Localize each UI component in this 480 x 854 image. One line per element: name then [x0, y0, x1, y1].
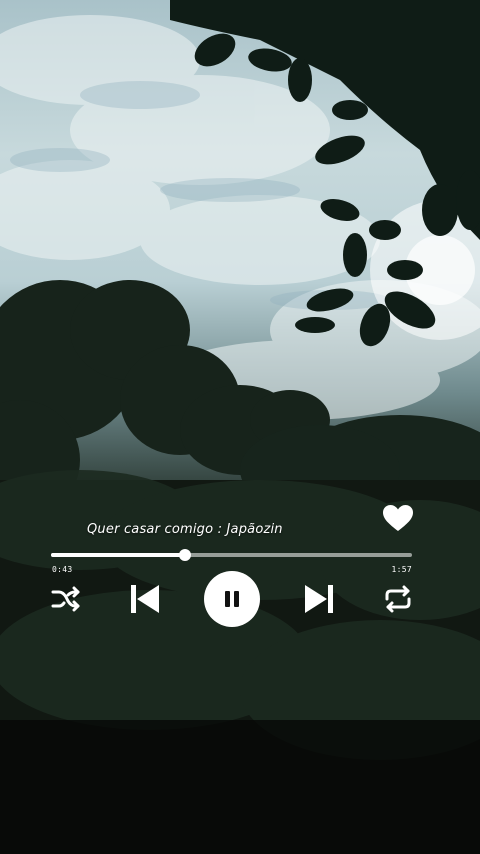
- total-time: 1:57: [391, 565, 412, 574]
- previous-track-button[interactable]: [128, 582, 162, 616]
- shuffle-icon: [51, 586, 80, 612]
- progress-thumb[interactable]: [179, 549, 191, 561]
- skip-previous-icon: [131, 585, 159, 613]
- elapsed-time: 0:43: [52, 565, 73, 574]
- heart-icon: [383, 505, 413, 531]
- like-button[interactable]: [381, 503, 415, 533]
- song-title: Quer casar comigo : Japãozin: [87, 522, 283, 537]
- repeat-icon: [385, 585, 411, 613]
- music-player-overlay: Quer casar comigo : Japãozin 0:43 1:57: [0, 0, 480, 854]
- progress-fill: [51, 553, 185, 557]
- pause-icon: [225, 591, 239, 607]
- skip-next-icon: [305, 585, 333, 613]
- shuffle-button[interactable]: [51, 586, 81, 612]
- repeat-button[interactable]: [383, 585, 413, 613]
- progress-bar[interactable]: [51, 549, 412, 561]
- play-pause-button[interactable]: [204, 571, 260, 627]
- next-track-button[interactable]: [302, 582, 336, 616]
